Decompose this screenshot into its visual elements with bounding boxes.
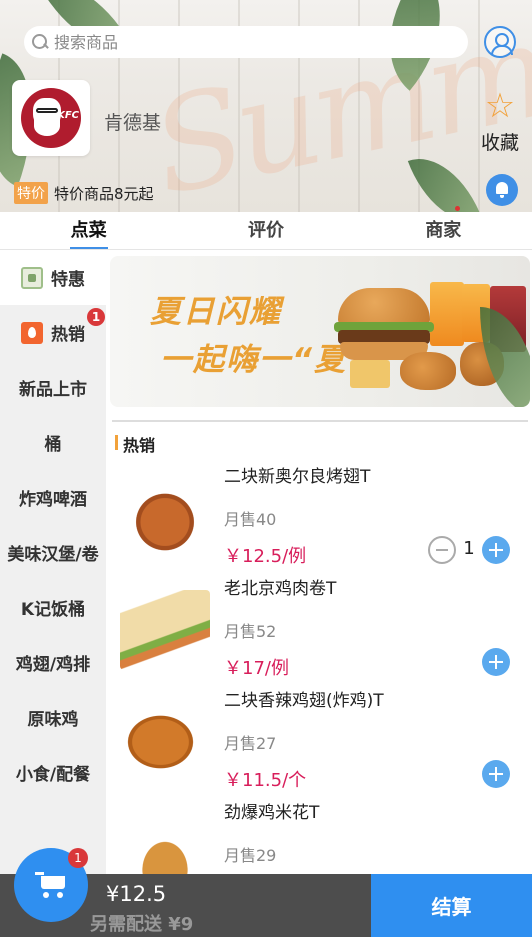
add-button[interactable] [482, 536, 510, 564]
product-price: ￥11.5/个 [224, 770, 307, 791]
cart-total: ¥12.5 [106, 882, 167, 906]
sidebar-item-wings[interactable]: 鸡翅/鸡排 [0, 635, 106, 690]
promo-banner: 特价 特价商品8元起 [14, 182, 154, 204]
store-header: Summer KFC 肯德基 ☆ 收藏 特价 特价商品8元起 [0, 0, 532, 212]
sidebar-item-label: 特惠 [51, 270, 85, 290]
favorite-label: 收藏 [480, 132, 519, 154]
sidebar-item-hot[interactable]: 热销 1 [0, 305, 106, 360]
search-icon [30, 32, 50, 52]
favorite-button[interactable]: ☆ 收藏 [478, 88, 522, 155]
sidebar-item-label: 炸鸡啤酒 [19, 490, 87, 510]
store-tabs: 点菜 评价 商家 [0, 212, 532, 250]
sidebar-item-rice-bucket[interactable]: K记饭桶 [0, 580, 106, 635]
store-name: 肯德基 [104, 112, 162, 134]
product-sales: 月售29 [224, 846, 277, 865]
section-title: 热销 [115, 432, 155, 456]
sidebar-item-label: 鸡翅/鸡排 [15, 655, 91, 675]
sidebar-item-label: 桶 [44, 435, 62, 455]
product-name: 二块新奥尔良烤翅T [224, 467, 371, 487]
sidebar-item-new[interactable]: 新品上市 [0, 360, 106, 415]
product-name: 劲爆鸡米花T [224, 803, 320, 823]
delivery-fee-note: 另需配送 ¥9 [90, 914, 194, 935]
product-price: ￥12.5/例 [224, 546, 307, 567]
promo-tag: 特价 [14, 182, 48, 204]
divider [112, 420, 528, 422]
sidebar-item-discount[interactable]: 特惠 [0, 250, 106, 305]
product-image [120, 702, 210, 782]
notification-dot [455, 206, 460, 211]
decrease-button[interactable] [428, 536, 456, 564]
product-name: 二块香辣鸡翅(炸鸡)T [224, 691, 384, 711]
promo-banner-image[interactable]: 夏日闪耀 一起嗨一“夏” [110, 256, 530, 407]
sidebar-item-original[interactable]: 原味鸡 [0, 690, 106, 745]
sidebar-item-label: K记饭桶 [20, 600, 86, 620]
sidebar-item-snacks[interactable]: 小食/配餐 [0, 745, 106, 800]
cart-badge: 1 [68, 848, 88, 868]
list-item[interactable]: 二块新奥尔良烤翅T 月售40 ￥12.5/例 1 [106, 462, 532, 574]
sidebar-item-label: 新品上市 [19, 380, 87, 400]
store-logo: KFC [12, 80, 90, 156]
sidebar-item-label: 美味汉堡/卷 [7, 545, 99, 565]
product-image [120, 590, 210, 670]
product-price: ￥17/例 [224, 658, 289, 679]
product-image [120, 478, 210, 558]
sidebar-item-burgers[interactable]: 美味汉堡/卷 [0, 525, 106, 580]
cart-icon [35, 872, 67, 898]
sidebar-item-label: 热销 [51, 325, 85, 345]
sidebar-item-label: 小食/配餐 [15, 765, 91, 785]
checkout-button[interactable]: 结算 [371, 874, 532, 937]
drink-image [430, 282, 464, 346]
quantity-value: 1 [463, 538, 475, 559]
fries-image [350, 360, 390, 388]
list-item[interactable]: 二块香辣鸡翅(炸鸡)T 月售27 ￥11.5/个 [106, 686, 532, 798]
sidebar-badge: 1 [87, 308, 105, 326]
banner-line-1: 夏日闪耀 [150, 294, 282, 330]
sidebar-item-bucket[interactable]: 桶 [0, 415, 106, 470]
sidebar-item-chicken-beer[interactable]: 炸鸡啤酒 [0, 470, 106, 525]
sidebar-item-label: 原味鸡 [27, 710, 79, 730]
product-sales: 月售40 [224, 510, 277, 529]
search-bar[interactable] [24, 26, 468, 58]
bell-icon[interactable] [486, 174, 518, 206]
tab-order[interactable]: 点菜 [0, 212, 177, 249]
add-button[interactable] [482, 760, 510, 788]
product-name: 老北京鸡肉卷T [224, 579, 337, 599]
product-sales: 月售27 [224, 734, 277, 753]
user-icon[interactable] [484, 26, 516, 58]
fire-icon [21, 321, 43, 344]
star-icon: ☆ [484, 86, 516, 126]
chicken-image [400, 352, 456, 390]
list-item[interactable]: 老北京鸡肉卷T 月售52 ￥17/例 [106, 574, 532, 686]
product-sales: 月售52 [224, 622, 277, 641]
search-input[interactable] [54, 32, 434, 52]
category-sidebar: 特惠 热销 1 新品上市 桶 炸鸡啤酒 美味汉堡/卷 K记饭桶 鸡翅/鸡排 原味… [0, 250, 106, 937]
tab-reviews[interactable]: 评价 [177, 212, 354, 249]
discount-icon [21, 266, 43, 289]
burger-image [338, 288, 430, 324]
add-button[interactable] [482, 648, 510, 676]
tab-merchant[interactable]: 商家 [355, 212, 532, 249]
promo-text: 特价商品8元起 [54, 184, 154, 203]
